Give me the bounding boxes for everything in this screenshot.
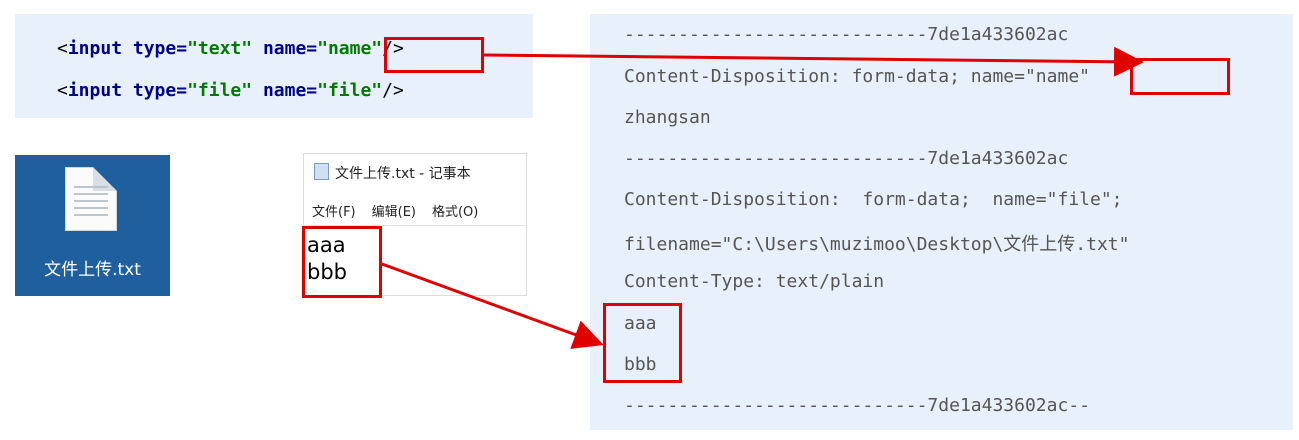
arrow-name-to-body	[483, 46, 1144, 77]
connector-arrows	[381, 46, 1144, 349]
arrow-content-to-body	[381, 262, 604, 349]
